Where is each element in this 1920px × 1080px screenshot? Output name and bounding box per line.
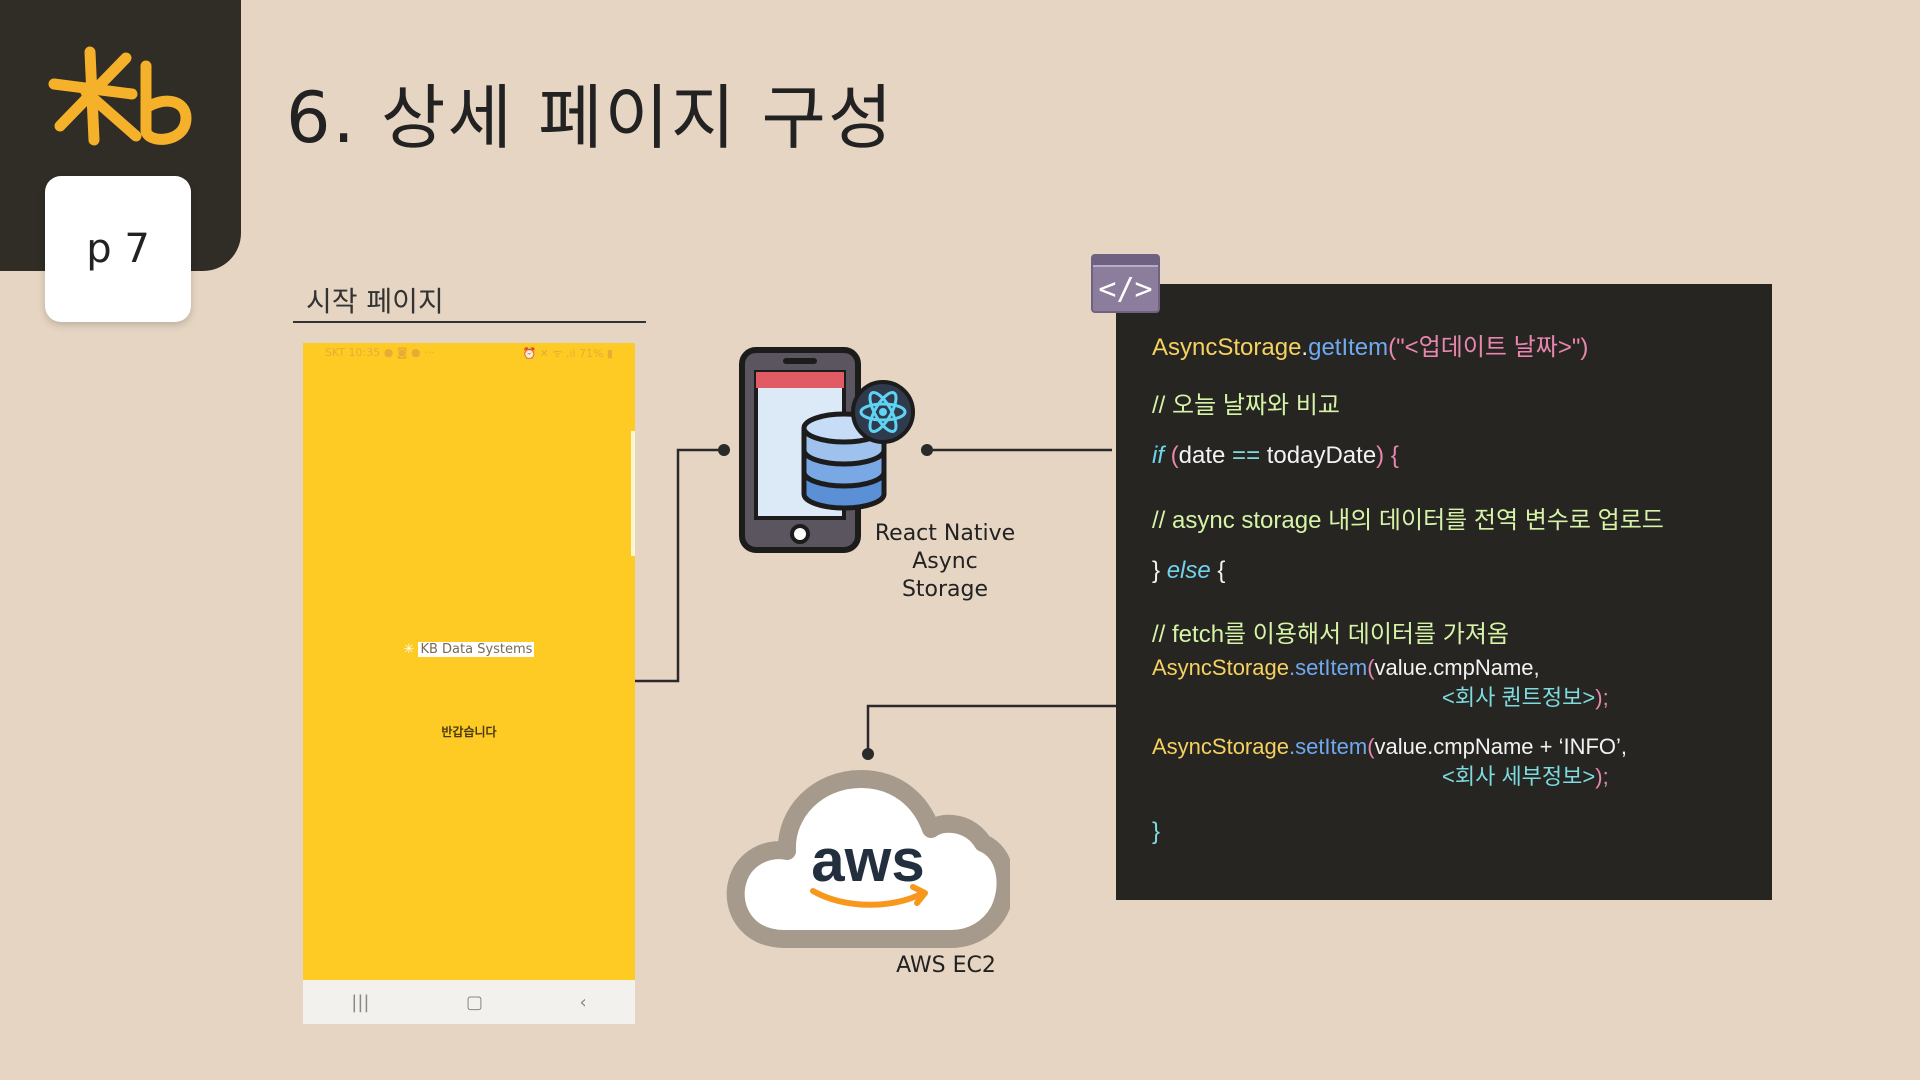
code-window-titlebar	[1093, 256, 1158, 267]
svg-text:aws: aws	[811, 827, 924, 894]
code-snippet-panel: AsyncStorage.getItem("<업데이트 날짜>") // 오늘 …	[1116, 284, 1772, 900]
code-line-detail: <회사 세부정보>);	[1442, 764, 1609, 789]
code-line-comment-upload: // async storage 내의 데이터를 전역 변수로 업로드	[1152, 507, 1664, 534]
aws-ec2-label: AWS EC2	[896, 953, 996, 978]
code-symbol: </>	[1098, 272, 1153, 307]
code-line-else: } else {	[1152, 557, 1226, 584]
code-window-icon: </>	[1091, 254, 1160, 313]
async-storage-label-line2: Storage	[901, 577, 989, 602]
async-storage-label-line1: React Native Async	[874, 521, 1016, 574]
async-storage-label: React Native Async Storage	[840, 520, 1050, 604]
code-line-comment-compare: // 오늘 날짜와 비교	[1152, 392, 1340, 419]
code-line-getitem: AsyncStorage.getItem("<업데이트 날짜>")	[1152, 334, 1589, 361]
code-line-close: }	[1152, 818, 1161, 845]
code-line-quant: <회사 퀀트정보>);	[1442, 685, 1609, 710]
code-line-if: if (date == todayDate) {	[1152, 442, 1399, 469]
aws-cloud-icon: aws	[726, 770, 1010, 948]
code-line-comment-fetch: // fetch를 이용해서 데이터를 가져옴	[1152, 621, 1509, 648]
code-line-setitem-1: AsyncStorage.setItem(value.cmpName,	[1152, 655, 1540, 680]
code-line-setitem-2: AsyncStorage.setItem(value.cmpName + ‘IN…	[1152, 734, 1628, 759]
